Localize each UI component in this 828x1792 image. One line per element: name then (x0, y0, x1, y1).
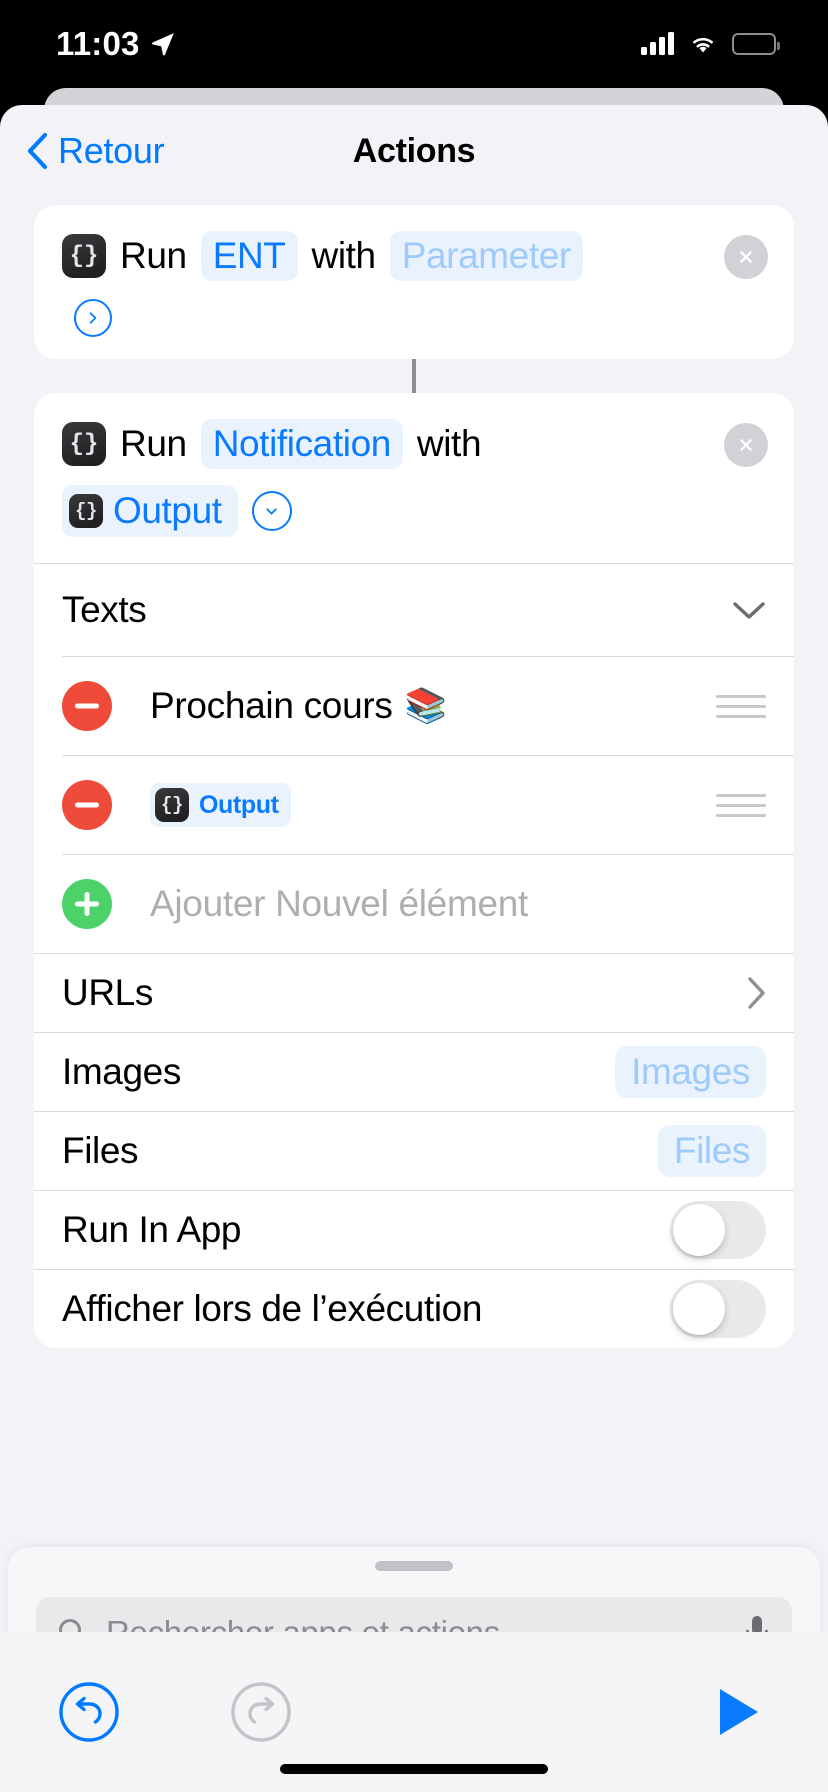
action-card-header: {} Run ENT with Parameter (34, 205, 794, 359)
row-label: Run In App (62, 1209, 242, 1250)
drag-handle-icon[interactable] (716, 694, 766, 718)
status-time: 11:03 (56, 25, 140, 62)
minus-circle-icon[interactable] (62, 681, 112, 731)
action-card-run-notification[interactable]: {} Run Notification with {} Output Texts… (34, 393, 794, 1348)
battery-low-icon (732, 33, 780, 55)
redo-icon[interactable] (230, 1681, 292, 1743)
row-label: Afficher lors de l’exécution (62, 1288, 483, 1329)
list-item-label: Prochain cours (150, 685, 393, 726)
row-show-when-run[interactable]: Afficher lors de l’exécution (34, 1270, 794, 1348)
list-item-content: {} Output (150, 783, 291, 827)
chevron-left-icon (26, 132, 48, 170)
location-arrow-icon (150, 31, 176, 57)
action-card-run-ent[interactable]: {} Run ENT with Parameter (34, 205, 794, 359)
script-name-pill[interactable]: ENT (200, 231, 298, 281)
minus-circle-icon[interactable] (62, 780, 112, 830)
scriptable-braces-icon: {} (62, 234, 106, 278)
chevron-down-icon[interactable] (732, 600, 766, 620)
actions-list: {} Run ENT with Parameter {} Run Notific… (0, 205, 828, 1348)
output-variable-label: Output (199, 790, 279, 819)
output-variable-pill[interactable]: {} Output (150, 783, 291, 827)
row-run-in-app[interactable]: Run In App (34, 1191, 794, 1269)
status-bar: 11:03 (0, 0, 828, 88)
scriptable-braces-icon: {} (155, 788, 189, 822)
back-button[interactable]: Retour (26, 130, 165, 172)
action-word-run: Run (120, 235, 187, 276)
files-value-pill[interactable]: Files (657, 1125, 766, 1177)
row-urls[interactable]: URLs (34, 954, 794, 1032)
sheet-grabber-icon[interactable] (375, 1561, 453, 1571)
texts-section-label: Texts (62, 589, 147, 630)
action-word-with: with (416, 423, 482, 464)
close-circle-icon[interactable] (724, 423, 768, 467)
list-item[interactable]: Prochain cours 📚 (34, 657, 794, 755)
status-bar-right (641, 32, 780, 55)
parameter-pill[interactable]: Parameter (389, 231, 583, 281)
cellular-signal-icon (641, 32, 674, 55)
phone-screen: 11:03 Retour Actions {} Run ENT with Par… (0, 0, 828, 1792)
scriptable-braces-icon: {} (69, 494, 103, 528)
action-word-with: with (311, 235, 377, 276)
scriptable-braces-icon: {} (62, 422, 106, 466)
plus-circle-icon[interactable] (62, 879, 112, 929)
run-in-app-toggle[interactable] (670, 1201, 766, 1259)
script-name-pill[interactable]: Notification (200, 419, 403, 469)
wifi-icon (688, 33, 718, 55)
play-icon[interactable] (708, 1681, 770, 1743)
list-item[interactable]: {} Output (34, 756, 794, 854)
output-variable-pill[interactable]: {} Output (62, 485, 238, 537)
action-card-header: {} Run Notification with {} Output (34, 393, 794, 563)
output-variable-label: Output (113, 490, 222, 531)
row-files[interactable]: Files Files (34, 1112, 794, 1190)
status-bar-left: 11:03 (56, 25, 176, 63)
home-indicator (280, 1764, 548, 1774)
action-connector (34, 359, 794, 393)
drag-handle-icon[interactable] (716, 793, 766, 817)
chevron-right-circle-icon[interactable] (74, 299, 112, 337)
close-circle-icon[interactable] (724, 235, 768, 279)
texts-section-header[interactable]: Texts (34, 564, 794, 656)
list-item-content: Prochain cours 📚 (150, 685, 447, 727)
chevron-down-circle-icon[interactable] (251, 491, 292, 531)
navigation-bar: Retour Actions (0, 105, 828, 197)
books-emoji-icon: 📚 (404, 687, 447, 725)
chevron-right-icon[interactable] (746, 976, 766, 1010)
row-images[interactable]: Images Images (34, 1033, 794, 1111)
row-label: Files (62, 1130, 139, 1171)
undo-icon[interactable] (58, 1681, 120, 1743)
show-when-run-toggle[interactable] (670, 1280, 766, 1338)
actions-sheet: Retour Actions {} Run ENT with Parameter (0, 105, 828, 1792)
add-new-item-row[interactable]: Ajouter Nouvel élément (34, 855, 794, 953)
back-button-label: Retour (58, 130, 165, 171)
row-label: URLs (62, 972, 153, 1013)
action-word-run: Run (120, 423, 187, 464)
add-new-item-label: Ajouter Nouvel élément (150, 883, 528, 924)
row-label: Images (62, 1051, 181, 1092)
add-new-item-content: Ajouter Nouvel élément (150, 883, 528, 925)
images-value-pill[interactable]: Images (615, 1046, 766, 1098)
